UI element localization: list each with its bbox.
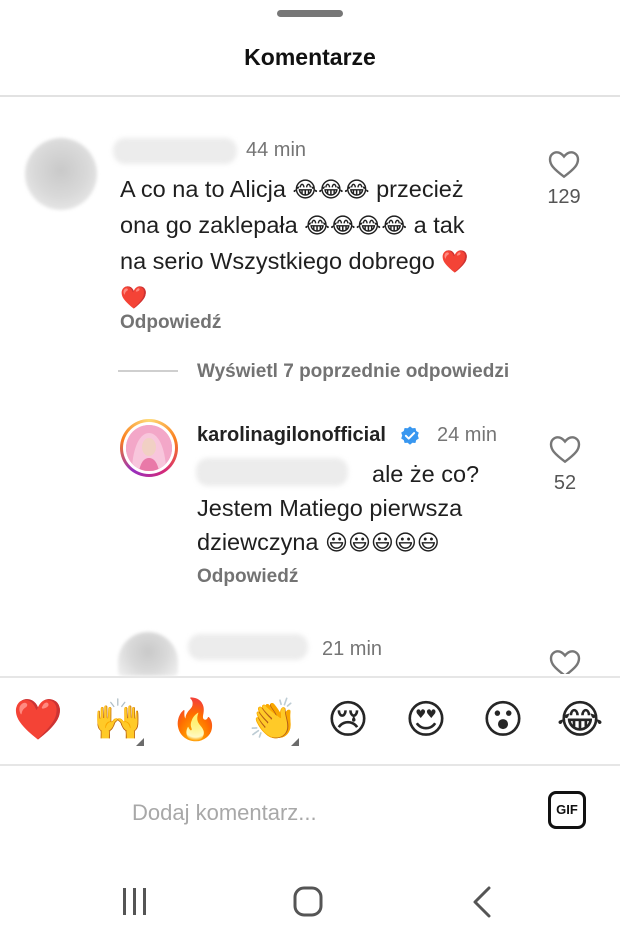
username-blurred[interactable] [188, 634, 308, 660]
comment-time: 44 min [246, 139, 307, 161]
emoji-bar: ❤️ 🙌 🔥 👏 😢 😍 😮 😂 [0, 690, 620, 760]
comment-text: ale że co? Jestem Matiego pierwsza dziew… [197, 461, 480, 556]
recents-icon[interactable] [104, 882, 164, 922]
thread-line [118, 370, 178, 372]
emoji-surprised-face-button[interactable]: 😮 [475, 690, 531, 750]
emoji-red-heart-button[interactable]: ❤️ [10, 690, 66, 750]
emoji-raising-hands-button[interactable]: 🙌 [90, 690, 146, 750]
reply-button[interactable]: Odpowiedź [120, 312, 221, 334]
username[interactable]: karolinagilonofficial [197, 424, 386, 447]
emoji-fire-button[interactable]: 🔥 [167, 690, 223, 750]
avatar[interactable] [118, 632, 178, 676]
emoji-crying-face-button[interactable]: 😢 [320, 690, 376, 750]
avatar[interactable] [25, 138, 97, 210]
emoji-heart-eyes-button[interactable]: 😍 [398, 690, 454, 750]
heart-outline-icon[interactable] [549, 648, 581, 674]
back-icon[interactable] [452, 882, 512, 922]
comment-input[interactable] [132, 795, 492, 831]
avatar[interactable] [120, 419, 178, 477]
profile-photo [126, 425, 172, 471]
gif-button[interactable]: GIF [548, 791, 586, 829]
view-replies-button[interactable]: Wyświetl 7 poprzednie odpowiedzi [197, 361, 509, 383]
like-count: 52 [553, 472, 577, 494]
system-nav-bar [0, 860, 620, 945]
verified-badge-icon [401, 426, 419, 445]
header-divider [0, 95, 620, 97]
emoji-tears-of-joy-button[interactable]: 😂 [552, 690, 608, 750]
page-title: Komentarze [244, 44, 376, 70]
comment-time: 21 min [322, 638, 383, 660]
comment-text: A co na to Alicja 😂😂😂 przecież ona go za… [120, 176, 469, 311]
username-blurred[interactable] [113, 138, 237, 164]
emoji-bar-divider [0, 676, 620, 678]
drag-handle[interactable] [277, 10, 343, 17]
emoji-clapping-hands-button[interactable]: 👏 [245, 690, 301, 750]
comment-time: 24 min [437, 424, 498, 446]
heart-outline-icon[interactable] [549, 434, 581, 464]
reply-button[interactable]: Odpowiedź [197, 566, 298, 588]
like-count: 129 [547, 186, 581, 208]
heart-outline-icon[interactable] [548, 149, 580, 179]
emoji-bar-divider [0, 764, 620, 766]
home-icon[interactable] [278, 882, 338, 922]
profile-photo-graphic [126, 425, 172, 471]
